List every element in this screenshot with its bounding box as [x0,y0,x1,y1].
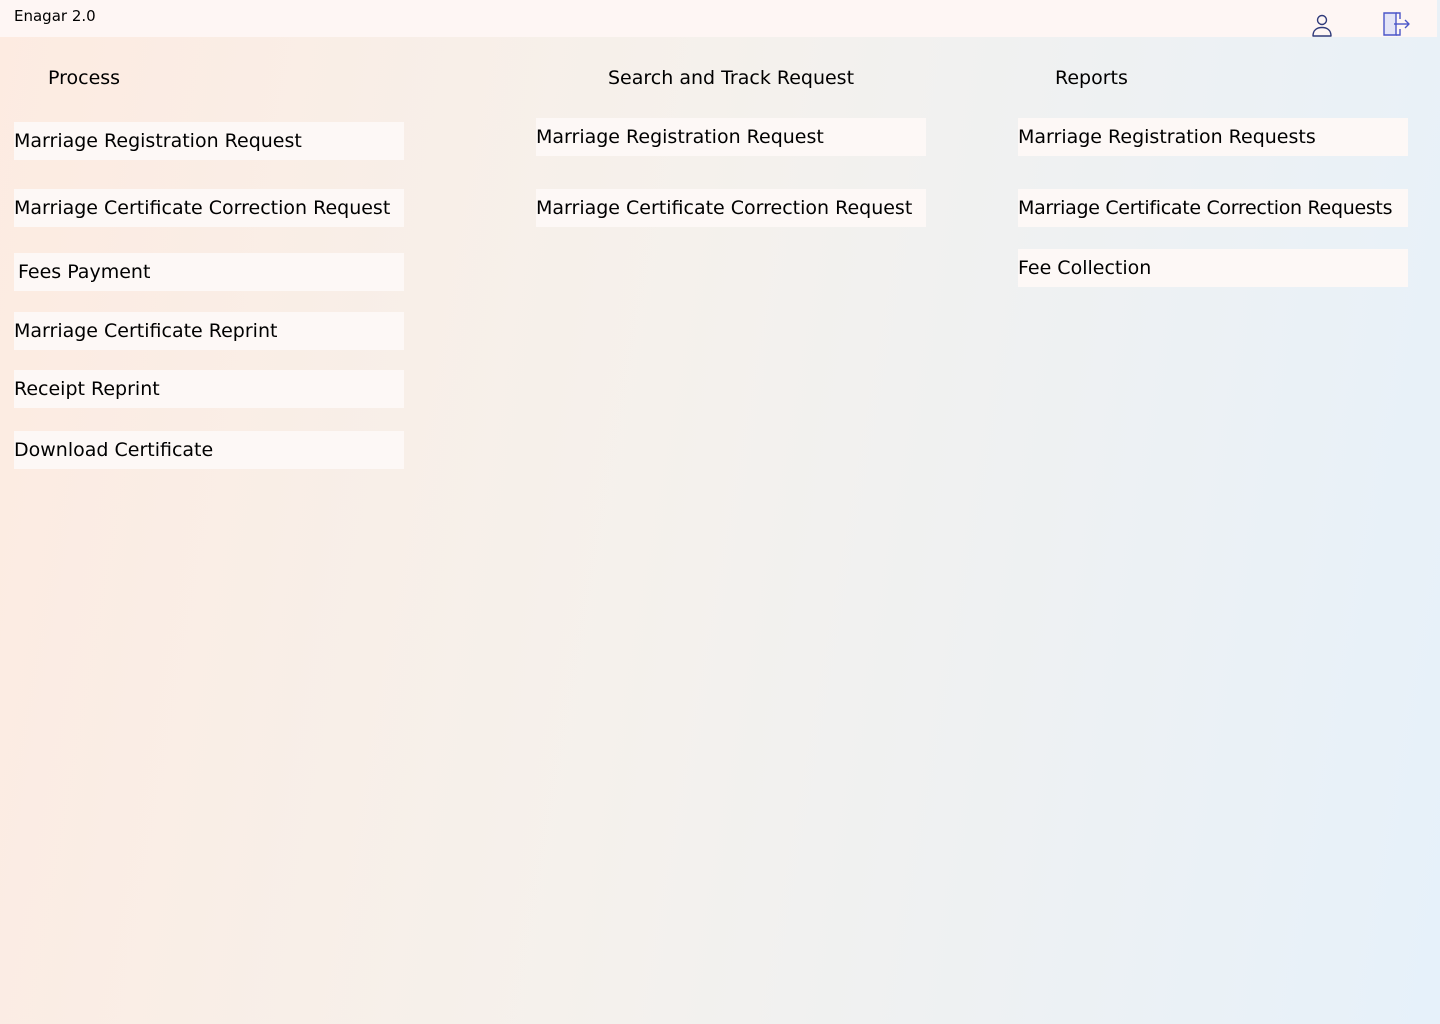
process-marriage-certificate-reprint[interactable]: Marriage Certificate Reprint [14,312,404,350]
top-bar: Enagar 2.0 [0,0,1437,37]
report-marriage-registration-requests[interactable]: Marriage Registration Requests [1018,118,1408,156]
user-icon [1312,14,1332,37]
process-heading: Process [48,67,121,89]
process-receipt-reprint[interactable]: Receipt Reprint [14,370,404,408]
process-download-certificate[interactable]: Download Certificate [14,431,404,469]
track-marriage-registration-request[interactable]: Marriage Registration Request [536,118,926,156]
user-profile-button[interactable] [1310,12,1334,38]
report-marriage-certificate-correction-requests[interactable]: Marriage Certificate Correction Requests [1018,189,1408,227]
process-fees-payment[interactable]: Fees Payment [14,253,404,291]
track-marriage-certificate-correction-request[interactable]: Marriage Certificate Correction Request [536,189,926,227]
logout-button[interactable] [1381,10,1411,38]
process-marriage-certificate-correction-request[interactable]: Marriage Certificate Correction Request [14,189,404,227]
process-marriage-registration-request[interactable]: Marriage Registration Request [14,122,404,160]
track-heading: Search and Track Request [608,67,855,89]
report-fee-collection[interactable]: Fee Collection [1018,249,1408,287]
reports-heading: Reports [1055,67,1128,89]
logout-icon [1383,12,1410,36]
app-title: Enagar 2.0 [14,7,96,25]
